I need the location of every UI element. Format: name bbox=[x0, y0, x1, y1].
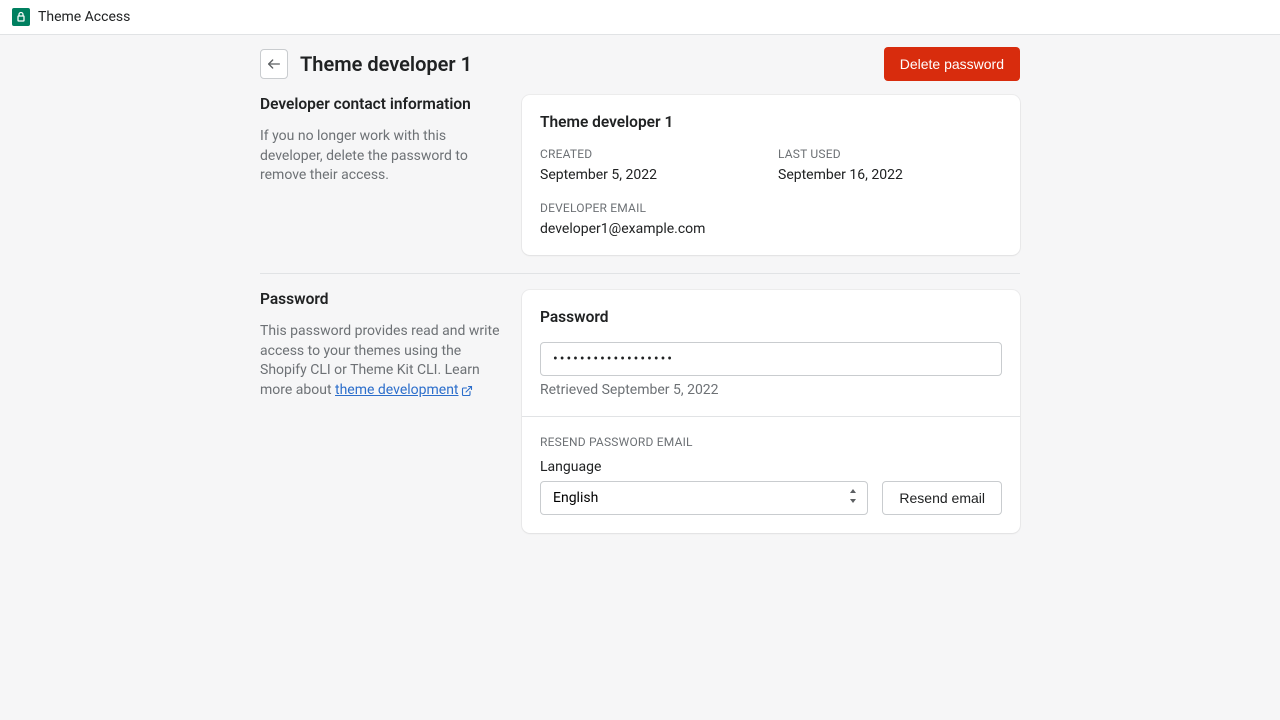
page-header: Theme developer 1 Delete password bbox=[260, 47, 1020, 81]
password-input[interactable] bbox=[540, 342, 1002, 376]
app-title: Theme Access bbox=[38, 9, 130, 25]
email-value: developer1@example.com bbox=[540, 221, 1002, 237]
password-heading: Password bbox=[260, 290, 504, 308]
last-used-block: LAST USED September 16, 2022 bbox=[778, 147, 1002, 183]
created-label: CREATED bbox=[540, 147, 764, 161]
email-label: DEVELOPER EMAIL bbox=[540, 201, 1002, 215]
resend-heading: RESEND PASSWORD EMAIL bbox=[540, 435, 1002, 449]
password-section: Password This password provides read and… bbox=[260, 290, 1020, 551]
theme-development-link[interactable]: theme development bbox=[335, 381, 473, 401]
password-description: This password provides read and write ac… bbox=[260, 322, 504, 400]
retrieved-text: Retrieved September 5, 2022 bbox=[540, 382, 1002, 398]
password-card-title: Password bbox=[540, 308, 1002, 326]
contact-card: Theme developer 1 CREATED September 5, 2… bbox=[522, 95, 1020, 255]
created-block: CREATED September 5, 2022 bbox=[540, 147, 764, 183]
back-button[interactable] bbox=[260, 49, 288, 79]
contact-heading: Developer contact information bbox=[260, 95, 504, 113]
last-used-value: September 16, 2022 bbox=[778, 167, 1002, 183]
external-link-icon bbox=[461, 385, 473, 397]
app-icon bbox=[12, 8, 30, 26]
created-value: September 5, 2022 bbox=[540, 167, 764, 183]
contact-section: Developer contact information If you no … bbox=[260, 95, 1020, 274]
last-used-label: LAST USED bbox=[778, 147, 1002, 161]
delete-password-button[interactable]: Delete password bbox=[884, 47, 1020, 81]
password-card: Password Retrieved September 5, 2022 RES… bbox=[522, 290, 1020, 533]
resend-email-button[interactable]: Resend email bbox=[882, 481, 1002, 515]
language-label: Language bbox=[540, 459, 1002, 475]
contact-description: If you no longer work with this develope… bbox=[260, 127, 504, 186]
page-title: Theme developer 1 bbox=[300, 52, 472, 76]
language-select[interactable]: English bbox=[540, 481, 868, 515]
email-block: DEVELOPER EMAIL developer1@example.com bbox=[540, 201, 1002, 237]
contact-card-title: Theme developer 1 bbox=[540, 113, 1002, 131]
arrow-left-icon bbox=[266, 56, 282, 72]
top-bar: Theme Access bbox=[0, 0, 1280, 35]
